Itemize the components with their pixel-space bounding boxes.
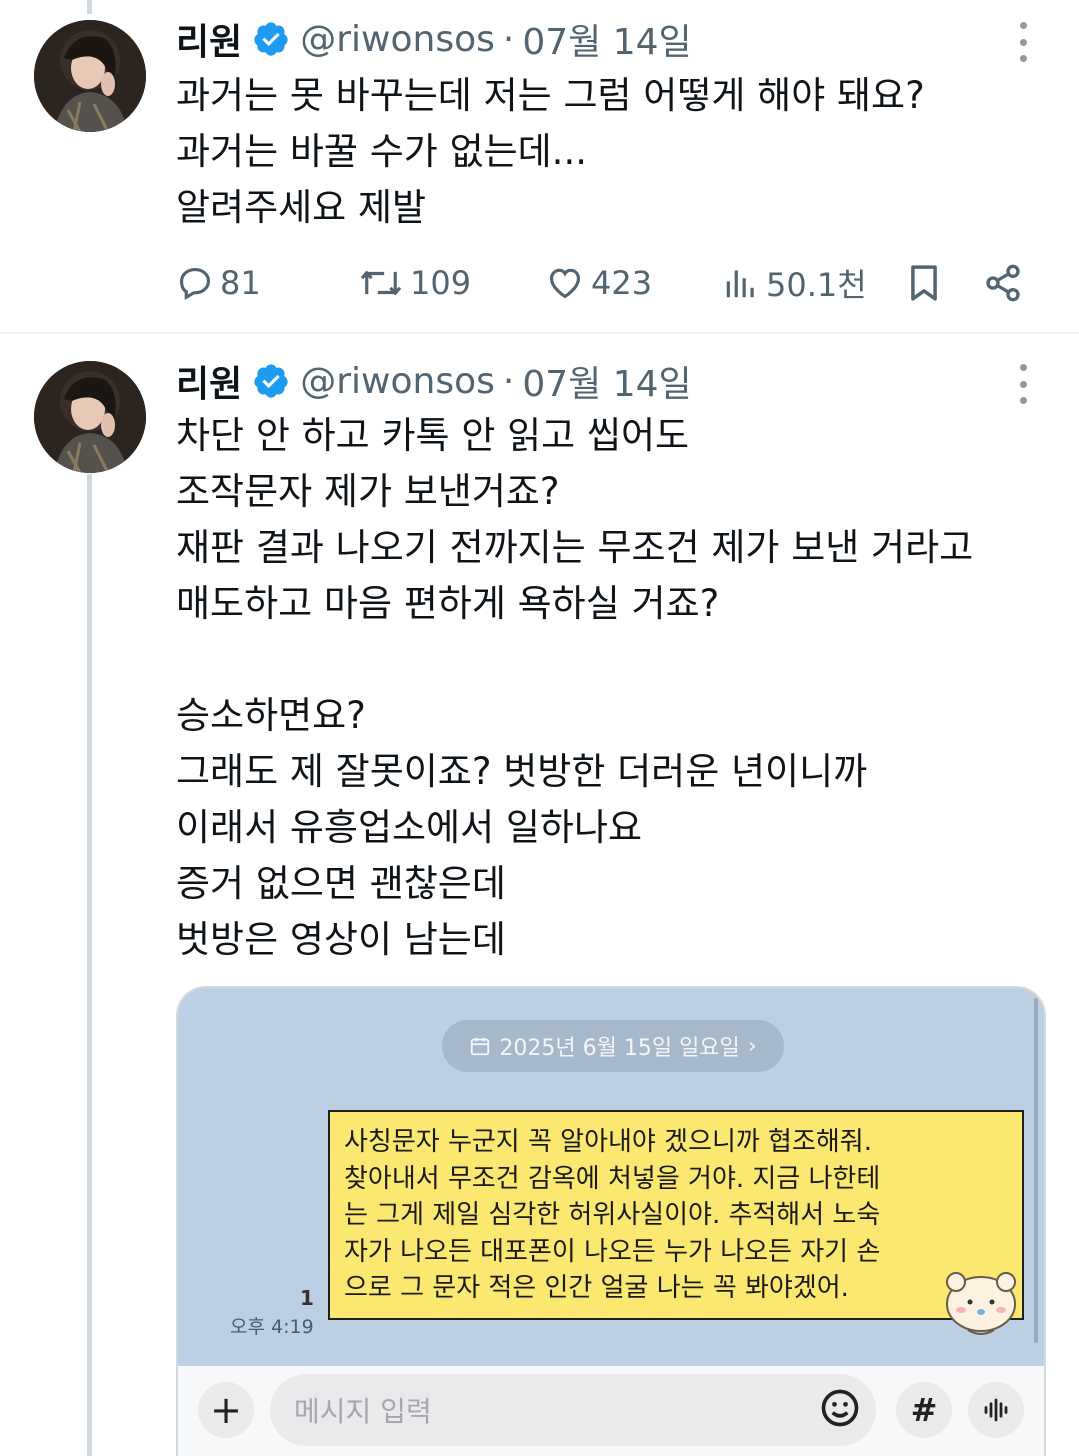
voice-wave-icon — [984, 1398, 1008, 1422]
emoji-icon[interactable] — [818, 1386, 862, 1430]
avatar[interactable] — [34, 361, 146, 473]
hashtag-button[interactable]: # — [896, 1382, 952, 1438]
more-options-icon[interactable] — [1013, 364, 1033, 404]
message-time: 오후 4:19 — [230, 1316, 314, 1338]
share-icon — [986, 264, 1020, 302]
separator-dot: · — [502, 18, 515, 60]
like-button[interactable]: 423 — [545, 255, 652, 311]
reply-count: 81 — [220, 264, 261, 302]
separator-dot: · — [502, 360, 515, 402]
tweet-media-image[interactable]: 2025년 6월 15일 일요일 › 1 오후 4:19 사칭문자 누군지 꼭 … — [176, 986, 1046, 1456]
author-name[interactable]: 리원 — [176, 13, 242, 65]
chat-date-text: 2025년 6월 15일 일요일 — [499, 1036, 740, 1061]
author-name[interactable]: 리원 — [176, 355, 242, 407]
tweet-date[interactable]: 07월 14일 — [522, 13, 691, 65]
bookmark-icon — [911, 265, 937, 301]
repost-icon — [360, 271, 402, 295]
tweet-header: 리원 @riwonsos · 07월 14일 — [176, 14, 692, 64]
message-input[interactable]: 메시지 입력 — [270, 1374, 876, 1446]
chat-message-bubble[interactable]: 사칭문자 누군지 꼭 알아내야 겠으니까 협조해줘. 찾아내서 무조건 감옥에 … — [328, 1110, 1024, 1320]
share-button[interactable] — [983, 255, 1023, 311]
bear-sticker-icon — [946, 1272, 1016, 1335]
more-options-icon[interactable] — [1013, 22, 1033, 62]
repost-button[interactable]: 109 — [358, 255, 471, 311]
author-handle[interactable]: @riwonsos — [300, 361, 495, 402]
view-count: 50.1천 — [766, 266, 867, 304]
chat-area: 2025년 6월 15일 일요일 › 1 오후 4:19 사칭문자 누군지 꼭 … — [178, 988, 1044, 1366]
calendar-icon — [471, 1037, 490, 1056]
author-handle[interactable]: @riwonsos — [300, 19, 495, 60]
chevron-right-icon: › — [747, 1033, 757, 1059]
tweet-date[interactable]: 07월 14일 — [522, 355, 691, 407]
repost-count: 109 — [410, 264, 472, 302]
chat-scrollbar[interactable] — [1034, 998, 1038, 1343]
views-icon — [726, 270, 754, 298]
voice-button[interactable] — [968, 1382, 1024, 1438]
tweet-actions: 81 109 423 50.1천 — [0, 255, 1079, 311]
verified-badge-icon — [254, 364, 288, 398]
verified-badge-icon — [254, 22, 288, 56]
avatar[interactable] — [34, 20, 146, 132]
like-count: 423 — [591, 264, 653, 302]
tweet-header: 리원 @riwonsos · 07월 14일 — [176, 356, 692, 406]
tweet-text: 차단 안 하고 카톡 안 읽고 씹어도 조작문자 제가 보낸거죠? 재판 결과 … — [176, 414, 974, 961]
reply-button[interactable]: 81 — [176, 255, 261, 311]
chat-date-pill[interactable]: 2025년 6월 15일 일요일 › — [442, 1020, 784, 1072]
heart-icon — [549, 268, 581, 299]
reply-icon — [179, 267, 211, 301]
add-attachment-button[interactable]: + — [198, 1382, 254, 1438]
tweet-1[interactable]: 리원 @riwonsos · 07월 14일 과거는 못 바꾸는데 저는 그럼 … — [0, 0, 1079, 334]
chat-input-bar: + 메시지 입력 # — [178, 1366, 1044, 1456]
tweet-text: 과거는 못 바꾸는데 저는 그럼 어떻게 해야 돼요? 과거는 바꿀 수가 없는… — [176, 74, 925, 229]
bookmark-button[interactable] — [905, 255, 943, 311]
views-button[interactable]: 50.1천 — [722, 255, 867, 311]
unread-count: 1 — [300, 1286, 314, 1310]
